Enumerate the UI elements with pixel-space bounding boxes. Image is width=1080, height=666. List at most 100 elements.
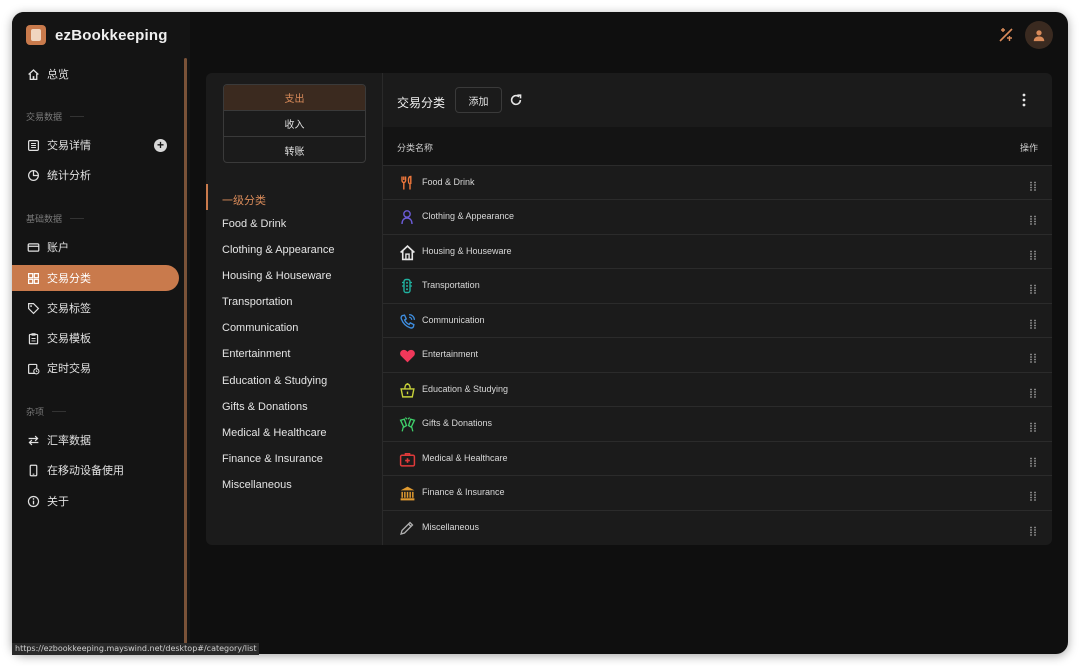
categories-card: 支出 收入 转账 一级分类 Food & Drink Clothing & Ap… <box>206 73 1052 545</box>
column-header-actions: 操作 <box>1019 143 1038 153</box>
traffic-light-icon <box>398 277 416 295</box>
house-icon <box>398 243 416 261</box>
sidebar-item-accounts[interactable]: 账户 <box>26 235 69 259</box>
graduation-icon <box>398 381 416 399</box>
sidebar-item-transaction-details[interactable]: 交易详情 <box>26 133 91 157</box>
pie-chart-icon <box>26 168 40 182</box>
table-row[interactable]: Gifts & Donations <box>383 406 1052 440</box>
drag-handle-icon[interactable] <box>1029 523 1037 541</box>
nav-group-transactions: 交易数据 <box>26 110 85 123</box>
sidebar-item-statistics[interactable]: 统计分析 <box>26 163 91 187</box>
clipboard-icon <box>26 331 40 345</box>
more-options-icon[interactable] <box>1021 93 1027 112</box>
panel-header: 交易分类 添加 <box>383 73 1052 127</box>
sidebar-item-tags[interactable]: 交易标签 <box>26 296 91 320</box>
sidebar-item-categories[interactable]: 交易分类 <box>12 265 179 291</box>
grid-icon <box>26 271 40 285</box>
table-row[interactable]: Miscellaneous <box>383 510 1052 544</box>
tab-income[interactable]: 收入 <box>224 111 365 137</box>
drag-handle-icon[interactable] <box>1029 454 1037 472</box>
sidebar-item-mobile[interactable]: 在移动设备使用 <box>26 458 124 482</box>
category-filter-pane: 支出 收入 转账 一级分类 Food & Drink Clothing & Ap… <box>206 73 382 545</box>
drag-handle-icon[interactable] <box>1029 419 1037 437</box>
info-icon <box>26 494 40 508</box>
category-list-item[interactable]: Food & Drink <box>222 218 286 230</box>
table-row[interactable]: Transportation <box>383 268 1052 302</box>
refresh-icon[interactable] <box>509 93 523 112</box>
sidebar-scrollbar[interactable] <box>184 58 187 644</box>
app-window: ezBookkeeping 总览 交易数据 交易详情 + 统计分析 基础数据 账… <box>12 12 1068 654</box>
drag-handle-icon[interactable] <box>1029 316 1037 334</box>
sidebar-item-label: 统计分析 <box>47 170 91 182</box>
category-name: Finance & Insurance <box>422 487 505 497</box>
sidebar-item-templates[interactable]: 交易模板 <box>26 326 91 350</box>
category-name: Gifts & Donations <box>422 418 493 428</box>
status-bar-url: https://ezbookkeeping.mayswind.net/deskt… <box>12 643 260 655</box>
app-name: ezBookkeeping <box>55 26 168 44</box>
table-row[interactable]: Medical & Healthcare <box>383 441 1052 475</box>
sidebar-item-label: 关于 <box>47 496 69 508</box>
nav-group-basic: 基础数据 <box>26 212 85 225</box>
sidebar-item-label: 在移动设备使用 <box>47 465 124 477</box>
category-name: Housing & Houseware <box>422 246 512 256</box>
sidebar-item-label: 交易模板 <box>47 333 91 345</box>
category-list-item[interactable]: Transportation <box>222 296 293 308</box>
category-list-item[interactable]: Housing & Houseware <box>222 270 331 282</box>
add-category-button[interactable]: 添加 <box>455 87 502 113</box>
category-list-item[interactable]: Entertainment <box>222 348 290 360</box>
sidebar-item-label: 账户 <box>47 242 69 254</box>
column-header-name: 分类名称 <box>397 143 434 153</box>
calendar-clock-icon <box>26 361 40 375</box>
category-list-item[interactable]: Clothing & Appearance <box>222 244 335 256</box>
sidebar-item-label: 交易标签 <box>47 303 91 315</box>
category-name: Entertainment <box>422 349 479 359</box>
drag-handle-icon[interactable] <box>1029 281 1037 299</box>
table-row[interactable]: Education & Studying <box>383 372 1052 406</box>
app-logo-icon <box>26 25 46 45</box>
category-list-item[interactable]: Gifts & Donations <box>222 401 308 413</box>
drag-handle-icon[interactable] <box>1029 247 1037 265</box>
table-row[interactable]: Finance & Insurance <box>383 475 1052 509</box>
brand[interactable]: ezBookkeeping <box>26 25 168 45</box>
avatar[interactable] <box>1025 21 1053 49</box>
table-row[interactable]: Entertainment <box>383 337 1052 371</box>
sidebar-item-scheduled[interactable]: 定时交易 <box>26 356 91 380</box>
tab-expense[interactable]: 支出 <box>224 85 365 111</box>
sidebar-item-about[interactable]: 关于 <box>26 489 69 513</box>
category-list-item[interactable]: Medical & Healthcare <box>222 427 327 439</box>
nav-group-misc: 杂项 <box>26 405 67 418</box>
credit-card-icon <box>26 240 40 254</box>
panel-title: 交易分类 <box>397 96 446 110</box>
home-icon <box>26 67 40 81</box>
theme-toggle-icon[interactable] <box>998 27 1014 48</box>
table-row[interactable]: Food & Drink <box>383 165 1052 199</box>
category-list-item[interactable]: Finance & Insurance <box>222 453 323 465</box>
swap-icon <box>26 433 40 447</box>
table-row[interactable]: Clothing & Appearance <box>383 199 1052 233</box>
gift-icon <box>398 415 416 433</box>
sidebar-item-overview[interactable]: 总览 <box>26 62 69 86</box>
drag-handle-icon[interactable] <box>1029 178 1037 196</box>
person-icon <box>398 208 416 226</box>
drag-handle-icon[interactable] <box>1029 488 1037 506</box>
table-row[interactable]: Housing & Houseware <box>383 234 1052 268</box>
category-list-item[interactable]: Communication <box>222 322 298 334</box>
tag-icon <box>26 301 40 315</box>
drag-handle-icon[interactable] <box>1029 212 1037 230</box>
category-name: Medical & Healthcare <box>422 453 508 463</box>
category-list-item-primary[interactable]: 一级分类 <box>222 192 266 208</box>
drag-handle-icon[interactable] <box>1029 350 1037 368</box>
category-name: Food & Drink <box>422 177 475 187</box>
tab-transfer[interactable]: 转账 <box>224 137 365 162</box>
category-name: Clothing & Appearance <box>422 211 515 221</box>
user-icon <box>1033 30 1045 42</box>
pencil-icon <box>398 519 416 537</box>
table-row[interactable]: Communication <box>383 303 1052 337</box>
category-list-item[interactable]: Education & Studying <box>222 375 327 387</box>
drag-handle-icon[interactable] <box>1029 385 1037 403</box>
add-transaction-icon[interactable]: + <box>154 139 167 152</box>
category-list-item[interactable]: Miscellaneous <box>222 479 292 491</box>
utensils-icon <box>398 174 416 192</box>
sidebar-item-label: 汇率数据 <box>47 435 91 447</box>
sidebar-item-exchange-rates[interactable]: 汇率数据 <box>26 428 91 452</box>
